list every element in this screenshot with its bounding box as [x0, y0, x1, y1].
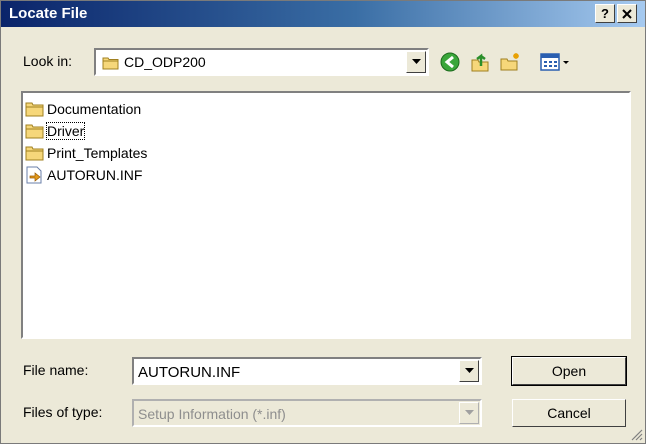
setup-file-icon	[26, 166, 42, 184]
chevron-down-icon	[465, 410, 474, 415]
cancel-button[interactable]: Cancel	[512, 399, 626, 427]
back-arrow-icon	[440, 52, 460, 72]
files-of-type-dropdown-button	[459, 402, 479, 424]
folder-icon	[102, 57, 119, 70]
window-title: Locate File	[9, 5, 88, 22]
files-of-type-combo: Setup Information (*.inf)	[132, 399, 482, 427]
close-icon	[622, 9, 632, 19]
list-item-label: Driver	[45, 122, 86, 140]
file-name-label: File name:	[23, 362, 89, 378]
locate-file-dialog: Locate File ? Look in: CD_ODP200 Documen…	[0, 0, 646, 444]
folder-icon	[25, 146, 44, 161]
list-item-driver[interactable]: Driver	[25, 121, 86, 141]
open-button[interactable]: Open	[511, 356, 627, 386]
list-item-label: Print_Templates	[47, 145, 148, 161]
list-item-label: AUTORUN.INF	[47, 167, 143, 183]
list-item-label: Documentation	[47, 101, 142, 117]
up-folder-icon	[471, 53, 489, 72]
title-bar[interactable]: Locate File ?	[1, 1, 645, 27]
file-name-combo[interactable]: AUTORUN.INF	[132, 357, 482, 385]
folder-icon	[25, 124, 44, 139]
chevron-down-icon	[465, 368, 474, 373]
new-folder-button[interactable]	[498, 50, 522, 74]
files-of-type-value: Setup Information (*.inf)	[138, 406, 286, 422]
list-item-autorun-inf[interactable]: AUTORUN.INF	[25, 165, 142, 185]
look-in-value: CD_ODP200	[124, 54, 206, 70]
list-item-print-templates[interactable]: Print_Templates	[25, 143, 147, 163]
view-menu-icon	[540, 53, 569, 71]
look-in-dropdown-button[interactable]	[406, 51, 426, 73]
close-button[interactable]	[617, 4, 637, 23]
file-name-input[interactable]: AUTORUN.INF	[138, 364, 240, 381]
new-folder-icon	[500, 53, 519, 71]
chevron-down-icon	[412, 59, 421, 64]
views-menu-button[interactable]	[538, 50, 572, 74]
back-button[interactable]	[438, 50, 462, 74]
list-item-documentation[interactable]: Documentation	[25, 99, 141, 119]
help-button[interactable]: ?	[595, 4, 615, 23]
files-of-type-label: Files of type:	[23, 404, 103, 420]
file-name-dropdown-button[interactable]	[459, 360, 479, 382]
resize-grip-icon[interactable]	[629, 427, 643, 441]
file-list[interactable]: Documentation Driver Print_Templates AUT…	[21, 91, 631, 339]
look-in-combo[interactable]: CD_ODP200	[94, 48, 429, 76]
folder-icon	[25, 102, 44, 117]
up-folder-button[interactable]	[468, 50, 492, 74]
look-in-label: Look in:	[23, 53, 73, 69]
